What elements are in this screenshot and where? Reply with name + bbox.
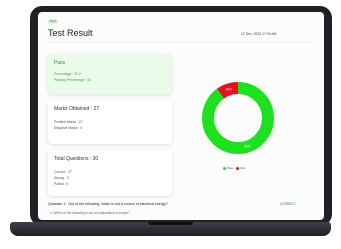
page-title: Test Result — [48, 28, 93, 38]
partial-count-text: Partial : 0 — [54, 182, 69, 186]
laptop-notch — [148, 222, 193, 225]
legend-swatch-pass — [223, 166, 226, 170]
legend-item-fail: Fail — [236, 166, 245, 170]
correct-count-text: Correct : 27 — [54, 170, 72, 174]
legend-label-pass: Pass — [227, 166, 234, 170]
marks-obtained-card: Marks Obtained : 27 Positive Marks : 27 … — [48, 100, 172, 144]
passing-percentage-text: Passing Percentage : 33 — [54, 78, 91, 82]
legend-swatch-fail — [236, 166, 240, 170]
pass-status-card: Pass Percentage : 90.0 Passing Percentag… — [48, 54, 172, 94]
result-donut-chart: 10% 90% — [202, 82, 274, 154]
wrong-count-text: Wrong : 3 — [54, 176, 69, 180]
total-questions-card: Total Questions : 30 Correct : 27 Wrong … — [48, 150, 172, 196]
donut-slice-pass — [202, 82, 274, 154]
question-text: Question 1 : Out of the following, which… — [48, 202, 168, 206]
pass-status-title: Pass — [54, 60, 66, 66]
total-questions-title: Total Questions : 30 — [54, 156, 99, 162]
donut-label-pass: 90% — [244, 145, 251, 149]
chart-legend: Pass Fail — [223, 166, 245, 170]
marks-obtained-title: Marks Obtained : 27 — [54, 106, 100, 112]
legend-label-fail: Fail — [240, 166, 246, 170]
result-datetime: 27 Dec, 2024 17:00 AM — [241, 32, 277, 36]
app-screen: Pass Test Result 27 Dec, 2024 17:00 AM P… — [38, 12, 324, 220]
answer-option[interactable]: 1. Which of the following is not an expl… — [50, 211, 130, 215]
negative-marks-text: Negative Marks : 0 — [54, 126, 83, 130]
donut-label-fail: 10% — [226, 87, 233, 91]
positive-marks-text: Positive Marks : 27 — [54, 120, 83, 124]
result-badge: Pass — [48, 19, 58, 24]
header-divider — [48, 42, 314, 43]
legend-item-pass: Pass — [223, 166, 235, 170]
percentage-text: Percentage : 90.0 — [54, 72, 81, 76]
question-status-badge: CORRECT — [280, 202, 296, 206]
